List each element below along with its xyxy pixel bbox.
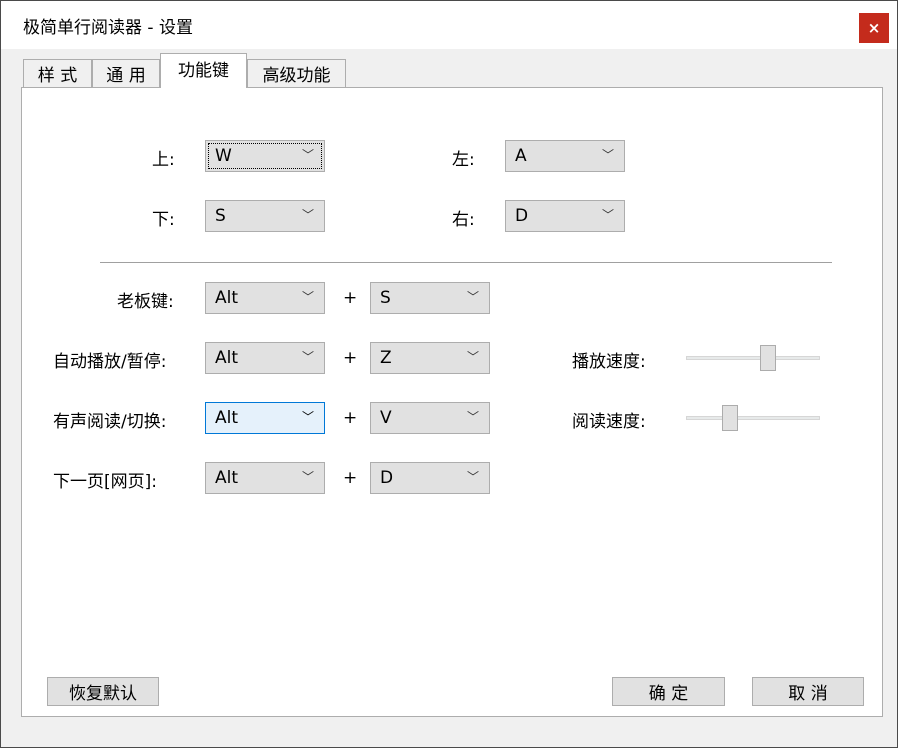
slider-thumb[interactable]: [722, 405, 738, 431]
ok-button[interactable]: 确 定: [612, 677, 725, 706]
chevron-down-icon: ﹀: [301, 290, 314, 304]
chevron-down-icon: ﹀: [466, 410, 479, 424]
next-page-modifier-select[interactable]: Alt ﹀: [205, 462, 325, 494]
down-key-select[interactable]: S ﹀: [205, 200, 325, 232]
modifier-value: Alt: [215, 408, 239, 428]
autoplay-modifier-select[interactable]: Alt ﹀: [205, 342, 325, 374]
tab-label: 高级功能: [262, 66, 331, 86]
play-speed-slider[interactable]: [686, 344, 822, 372]
modifier-value: Alt: [215, 288, 239, 308]
plus-sign: +: [343, 348, 358, 368]
right-key-value: D: [515, 206, 529, 226]
chevron-down-icon: ﹀: [301, 350, 314, 364]
left-key-select[interactable]: A ﹀: [505, 140, 625, 172]
restore-default-button[interactable]: 恢复默认: [47, 677, 159, 706]
title-bar[interactable]: 极简单行阅读器 - 设置 ×: [1, 1, 897, 49]
section-divider: [100, 262, 832, 263]
read-speed-slider[interactable]: [686, 404, 822, 432]
slider-track: [686, 356, 820, 360]
key-value: Z: [380, 348, 392, 368]
client-area: 样 式 通 用 功能键 高级功能 上: W ﹀ 左: A ﹀ 下: S ﹀ 右:…: [1, 49, 897, 747]
left-key-value: A: [515, 146, 527, 166]
modifier-value: Alt: [215, 468, 239, 488]
chevron-down-icon: ﹀: [301, 148, 314, 162]
right-key-label: 右:: [452, 210, 475, 230]
key-value: S: [380, 288, 391, 308]
plus-sign: +: [343, 468, 358, 488]
left-key-label: 左:: [452, 150, 475, 170]
chevron-down-icon: ﹀: [301, 208, 314, 222]
button-label: 确 定: [648, 684, 689, 704]
chevron-down-icon: ﹀: [301, 410, 314, 424]
plus-sign: +: [343, 288, 358, 308]
modifier-value: Alt: [215, 348, 239, 368]
tab-general[interactable]: 通 用: [92, 59, 160, 87]
boss-key-modifier-select[interactable]: Alt ﹀: [205, 282, 325, 314]
right-key-select[interactable]: D ﹀: [505, 200, 625, 232]
boss-key-label: 老板键:: [117, 292, 174, 312]
next-page-label: 下一页[网页]:: [53, 472, 157, 492]
voice-read-key-select[interactable]: V ﹀: [370, 402, 490, 434]
chevron-down-icon: ﹀: [301, 470, 314, 484]
up-key-value: W: [215, 146, 232, 166]
next-page-key-select[interactable]: D ﹀: [370, 462, 490, 494]
down-key-value: S: [215, 206, 226, 226]
chevron-down-icon: ﹀: [466, 350, 479, 364]
tab-advanced[interactable]: 高级功能: [247, 59, 346, 87]
boss-key-key-select[interactable]: S ﹀: [370, 282, 490, 314]
close-button[interactable]: ×: [859, 13, 889, 43]
tab-style[interactable]: 样 式: [23, 59, 92, 87]
button-label: 取 消: [788, 684, 828, 704]
voice-read-label: 有声阅读/切换:: [53, 412, 167, 432]
tab-label: 样 式: [37, 66, 78, 86]
key-value: D: [380, 468, 394, 488]
close-icon: ×: [867, 19, 881, 37]
chevron-down-icon: ﹀: [601, 208, 614, 222]
autoplay-key-select[interactable]: Z ﹀: [370, 342, 490, 374]
window-title: 极简单行阅读器 - 设置: [23, 18, 193, 38]
key-value: V: [380, 408, 392, 428]
up-key-label: 上:: [152, 150, 175, 170]
tab-hotkeys[interactable]: 功能键: [160, 53, 247, 88]
hotkeys-panel: 上: W ﹀ 左: A ﹀ 下: S ﹀ 右: D ﹀ 老板键: Alt ﹀ +…: [21, 87, 883, 717]
cancel-button[interactable]: 取 消: [752, 677, 864, 706]
button-label: 恢复默认: [69, 684, 137, 704]
plus-sign: +: [343, 408, 358, 428]
tab-label: 通 用: [106, 66, 146, 86]
chevron-down-icon: ﹀: [466, 470, 479, 484]
up-key-select[interactable]: W ﹀: [205, 140, 325, 172]
chevron-down-icon: ﹀: [601, 148, 614, 162]
chevron-down-icon: ﹀: [466, 290, 479, 304]
down-key-label: 下:: [152, 210, 175, 230]
voice-read-modifier-select[interactable]: Alt ﹀: [205, 402, 325, 434]
slider-thumb[interactable]: [760, 345, 776, 371]
autoplay-label: 自动播放/暂停:: [53, 352, 167, 372]
slider-track: [686, 416, 820, 420]
read-speed-label: 阅读速度:: [572, 412, 646, 432]
tab-label: 功能键: [178, 60, 229, 81]
settings-window: 极简单行阅读器 - 设置 × 样 式 通 用 功能键 高级功能 上: W ﹀ 左…: [0, 0, 898, 748]
play-speed-label: 播放速度:: [572, 352, 646, 372]
